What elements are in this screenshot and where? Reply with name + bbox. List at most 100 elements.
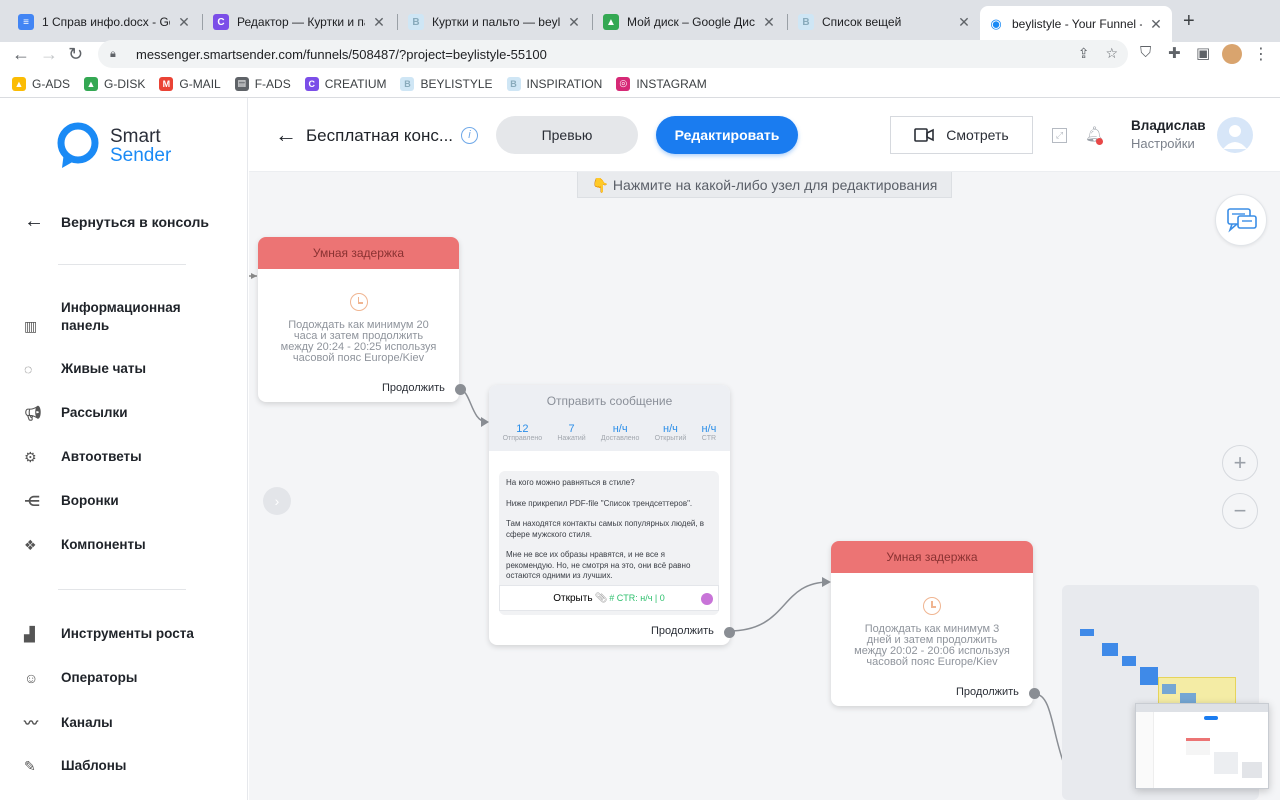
funnel-header: ← Бесплатная конс... i Превью Редактиров… [249, 98, 1280, 172]
bookmark[interactable]: ◎ INSTAGRAM [616, 76, 707, 91]
browser-tab[interactable]: ≡ 1 Справ инфо.docx - Google ✕ [10, 8, 200, 36]
menu-icon[interactable]: ⋮ [1253, 44, 1269, 64]
close-icon[interactable]: ✕ [176, 14, 192, 31]
beylistyle-icon: B [506, 76, 521, 91]
browser-tab[interactable]: C Редактор — Куртки и пальто ✕ [205, 8, 395, 36]
sidebar-item-autoreplies[interactable]: ⚙ Автоответы [24, 448, 201, 466]
bookmark[interactable]: ▲ G-ADS [12, 76, 70, 91]
funnel-title: Бесплатная конс... [306, 126, 454, 145]
node-title: Отправить сообщение [489, 385, 730, 417]
send-message-node[interactable]: Отправить сообщение 12 Отправлено 7 Нажати… [489, 385, 735, 645]
docs-icon: ≡ [18, 14, 34, 30]
creatium-icon: C [304, 76, 319, 91]
sidebar-item-broadcasts[interactable]: 📢︎ Рассылки [24, 404, 201, 422]
user-name[interactable]: Владислав [1131, 118, 1206, 133]
close-icon[interactable]: ✕ [371, 14, 387, 31]
minimap-node [1080, 629, 1094, 636]
minimap-node [1140, 667, 1158, 685]
new-tab-button[interactable]: + [1183, 10, 1195, 33]
screenshot-thumbnail[interactable] [1135, 703, 1269, 789]
reload-icon[interactable]: ↻ [68, 44, 83, 65]
sidebar-item-dashboard[interactable]: ▥ Информационная панель [24, 299, 201, 335]
chevron-right-icon[interactable]: › [263, 487, 291, 515]
back-arrow-icon[interactable]: ← [275, 122, 297, 148]
bookmark[interactable]: C CREATIUM [304, 76, 386, 91]
zoom-in-button[interactable]: + [1222, 445, 1258, 481]
delay-description: Подождать как минимум 3 дней и затем про… [854, 623, 1010, 668]
browser-tab[interactable]: B Куртки и пальто — beylisty ✕ [400, 8, 590, 36]
address-bar[interactable]: 🔒︎ messenger.smartsender.com/funnels/508… [98, 40, 1128, 68]
sidebar-item-operators[interactable]: ☺ Операторы [24, 669, 201, 687]
output-port[interactable] [455, 384, 466, 395]
smartsender-logo[interactable]: Smart Sender [56, 122, 171, 170]
avatar[interactable] [1217, 117, 1253, 153]
smart-delay-node[interactable]: Умная задержка Подождать как минимум 3 д… [831, 541, 1040, 706]
star-icon[interactable]: ☆ [1105, 45, 1118, 62]
beylistyle-icon: B [798, 14, 814, 30]
browser-tab[interactable]: B Список вещей ✕ [790, 8, 980, 36]
sidebar-item-templates[interactable]: ✎ Шаблоны [24, 757, 201, 775]
user-settings-link[interactable]: Настройки [1131, 136, 1195, 151]
arrow-left-icon: ← [24, 210, 44, 232]
watch-button[interactable]: Смотреть [890, 116, 1033, 154]
bookmark[interactable]: B INSPIRATION [506, 76, 602, 91]
drive-icon: ▲ [603, 14, 619, 30]
growth-icon: ▟ [24, 625, 35, 642]
button-port[interactable] [701, 593, 713, 605]
close-icon[interactable]: ✕ [761, 14, 777, 31]
info-icon[interactable]: i [461, 127, 478, 144]
continue-label: Продолжить [382, 382, 445, 394]
profile-avatar[interactable] [1222, 44, 1242, 64]
bookmark[interactable]: ▲ G-DISK [84, 76, 145, 91]
stat-sent: 12 Отправлено [502, 423, 543, 442]
chat-icon: ◌ [24, 361, 33, 377]
edit-button[interactable]: Редактировать [656, 116, 798, 154]
url-text: messenger.smartsender.com/funnels/508487… [136, 46, 547, 62]
preview-button[interactable]: Превью [496, 116, 638, 154]
browser-tab[interactable]: ▲ Мой диск – Google Диск ✕ [595, 8, 785, 36]
components-icon: ❖ [24, 536, 37, 553]
bookmark[interactable]: B BEYLISTYLE [400, 76, 493, 91]
chat-bubbles-icon [1227, 208, 1257, 233]
share-icon[interactable]: ⇪ [1078, 45, 1090, 62]
sidebar-item-funnels[interactable]: ⋲ Воронки [24, 492, 201, 510]
close-icon[interactable]: ✕ [566, 14, 582, 31]
output-port[interactable] [724, 627, 735, 638]
shield-icon[interactable]: ⛉ [1140, 44, 1151, 61]
puzzle-icon[interactable]: ✚ [1168, 44, 1181, 62]
sidebar-item-channels[interactable]: 〰 Каналы [24, 713, 201, 733]
sidebar-item-live-chats[interactable]: ◌ Живые чаты [24, 360, 201, 378]
dashboard-icon: ▥ [24, 317, 38, 334]
bookmark[interactable]: ▤ F-ADS [234, 76, 291, 91]
close-icon[interactable]: ✕ [1148, 16, 1164, 33]
smartsender-icon: ◉ [988, 16, 1004, 32]
edit-hint-banner: 👇 Нажмите на какой-либо узел для редакти… [577, 172, 952, 198]
message-button[interactable]: Открыть 📎︎ # CTR: н/ч | 0 [499, 585, 719, 611]
smart-delay-node[interactable]: Умная задержка Подождать как минимум 20 … [258, 237, 466, 402]
back-arrow-icon[interactable]: ← [12, 44, 30, 65]
templates-icon: ✎ [24, 757, 36, 774]
output-port[interactable] [1029, 688, 1040, 699]
forward-arrow-icon[interactable]: → [40, 44, 58, 65]
bookmark[interactable]: M G-MAIL [159, 76, 221, 91]
beylistyle-icon: B [408, 14, 424, 30]
browser-tab-active[interactable]: ◉ beylistyle - Your Funnel - S ✕ [980, 6, 1172, 42]
gmail-icon: M [159, 76, 174, 91]
notification-dot [1096, 138, 1103, 145]
sidebar-item-growth-tools[interactable]: ▟ Инструменты роста [24, 625, 201, 643]
close-icon[interactable]: ✕ [956, 14, 972, 31]
zoom-out-button[interactable]: − [1222, 493, 1258, 529]
sidebar-item-components[interactable]: ❖ Компоненты [24, 536, 201, 554]
paperclip-icon: 📎︎ [594, 592, 608, 604]
clock-icon [923, 597, 941, 615]
divider [58, 264, 186, 265]
lock-icon: 🔒︎ [110, 47, 116, 60]
fullscreen-icon[interactable]: ⤢ [1052, 128, 1067, 143]
autoreply-icon: ⚙ [24, 448, 37, 465]
sidepanel-icon[interactable]: ▣ [1196, 44, 1210, 62]
back-to-console-link[interactable]: ← Вернуться в консоль [24, 210, 209, 233]
support-chat-button[interactable] [1215, 194, 1267, 246]
operator-icon: ☺ [24, 670, 39, 686]
browser-tab-bar: ≡ 1 Справ инфо.docx - Google ✕ C Редакто… [0, 0, 1280, 42]
funnel-canvas[interactable]: 👇 Нажмите на какой-либо узел для редакти… [249, 172, 1280, 800]
